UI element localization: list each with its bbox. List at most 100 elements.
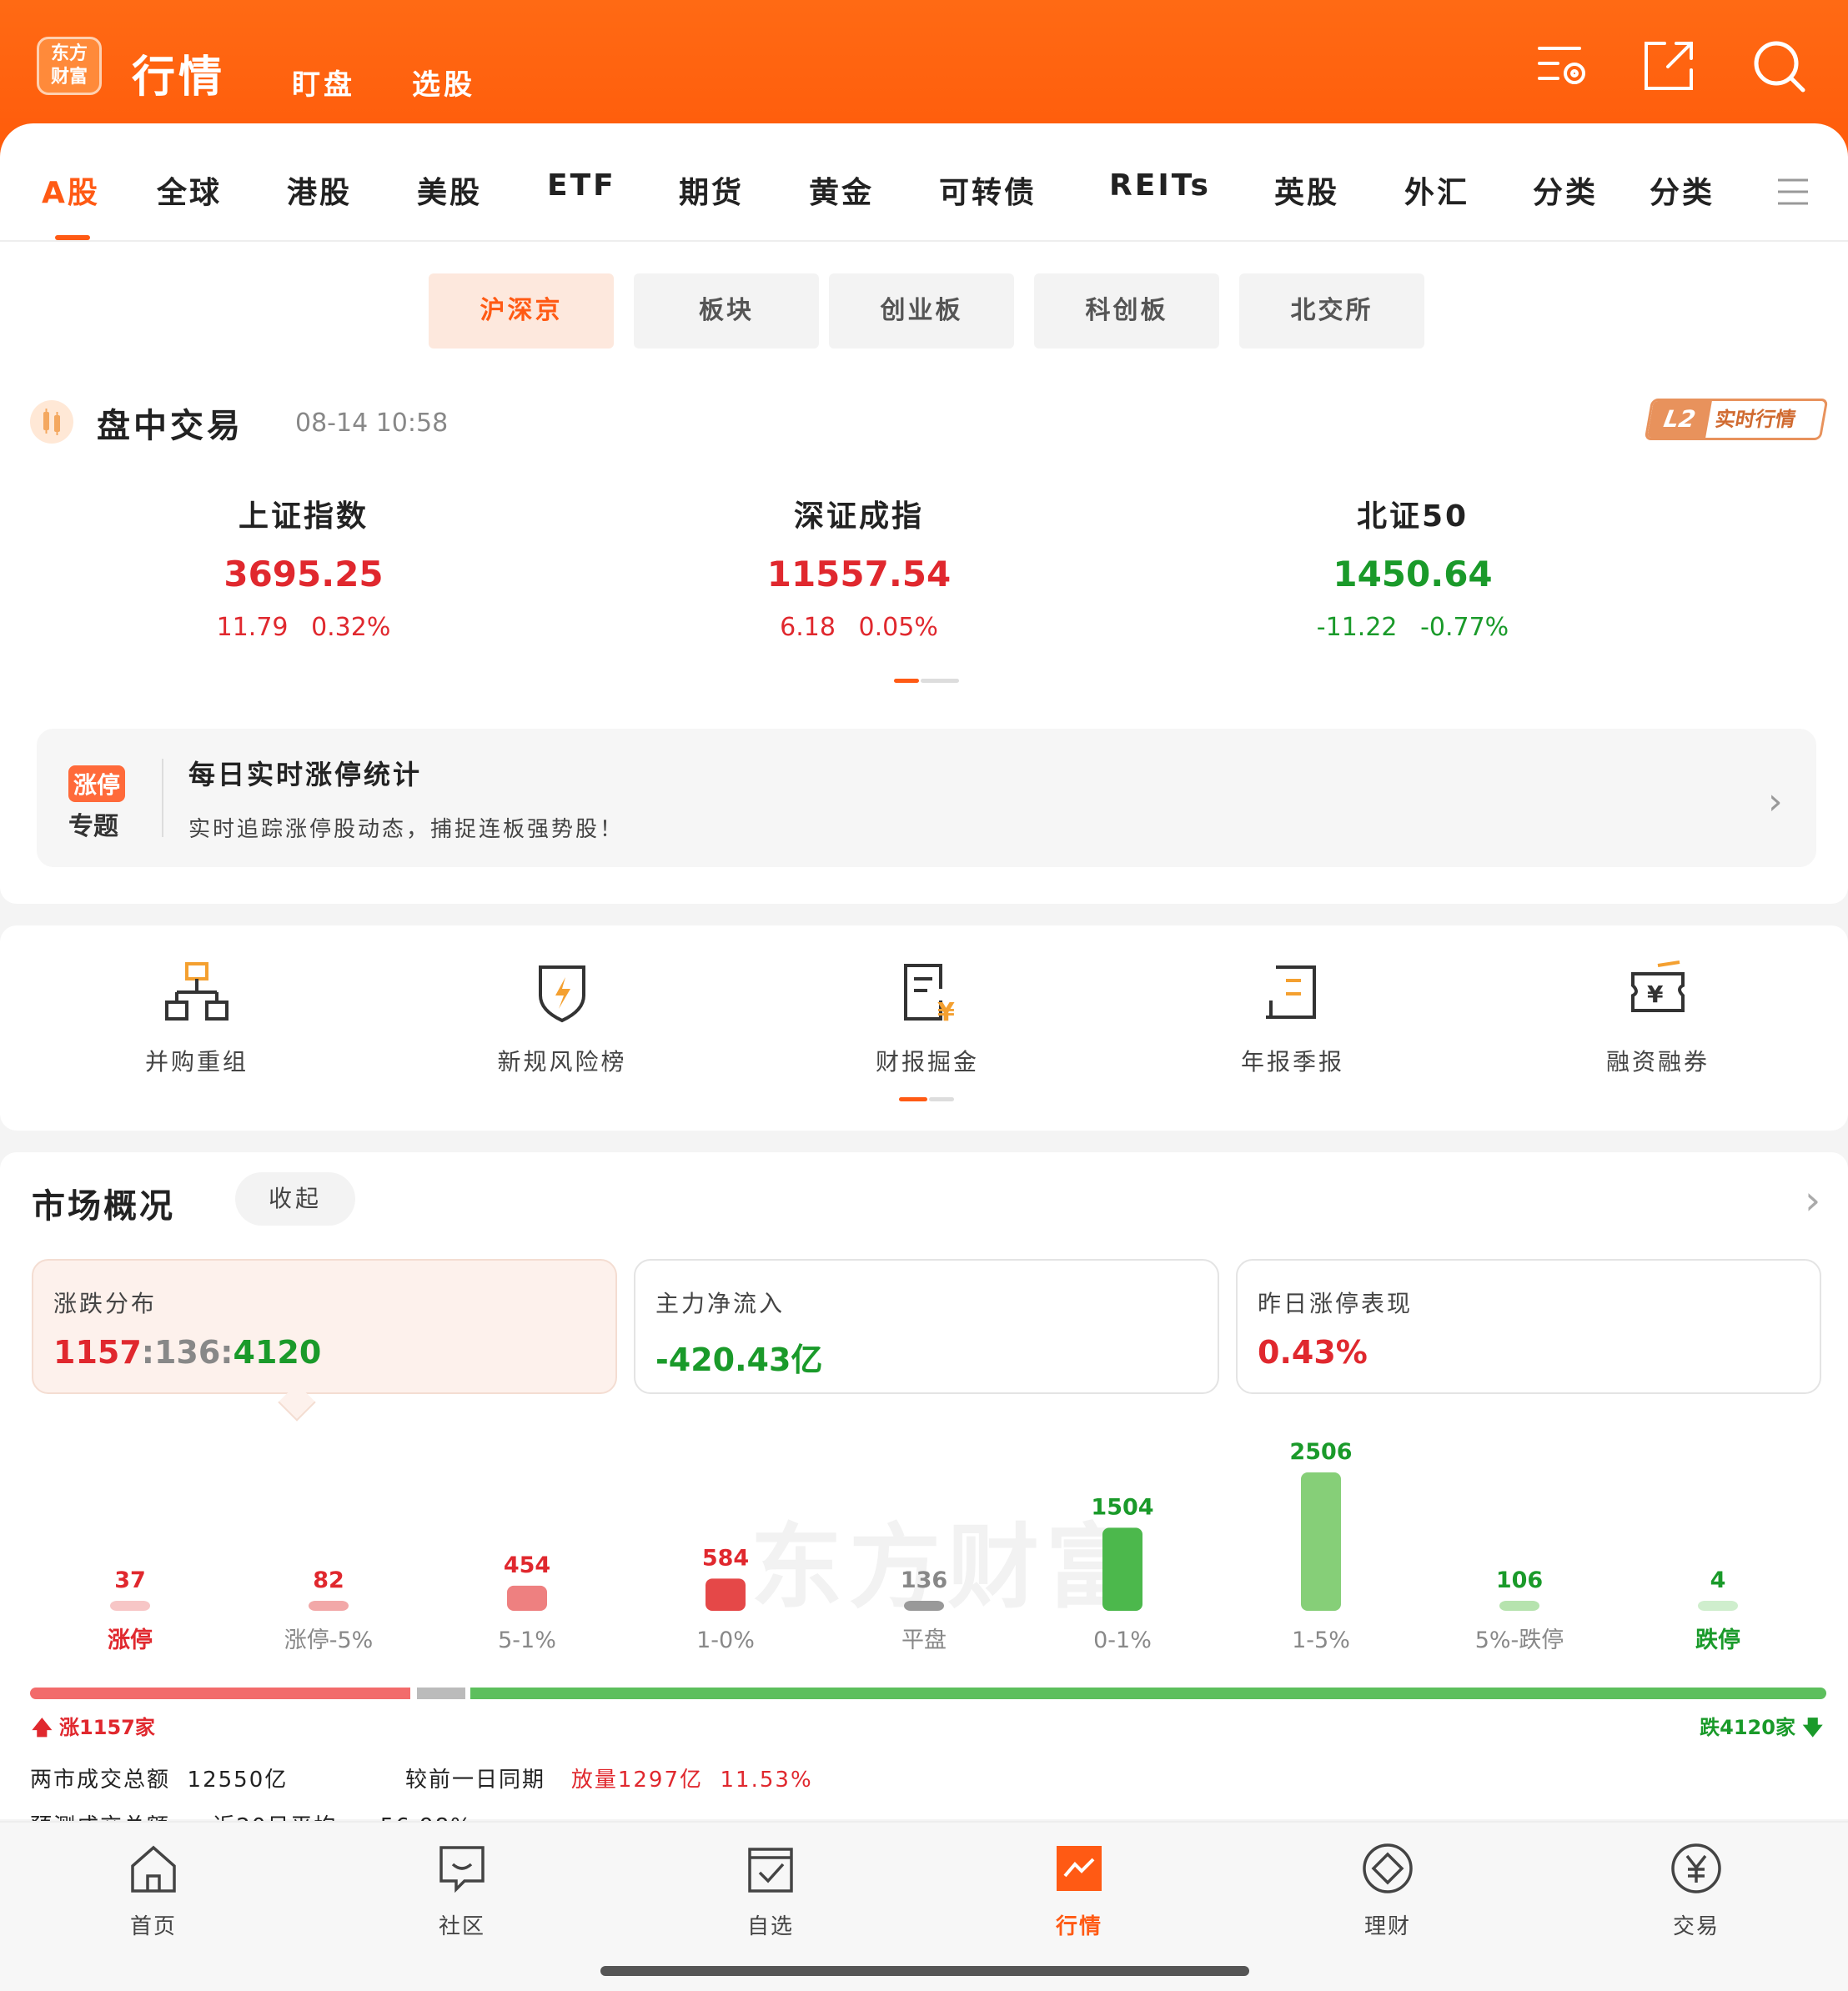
tab-forex[interactable]: 外汇 — [1404, 168, 1469, 212]
turnover-stat: 两市成交总额 12550亿 — [30, 1768, 289, 1793]
index-change: 11.79 0.32% — [216, 613, 391, 642]
nav-label: 行情 — [1055, 1914, 1102, 1939]
collapse-button[interactable]: 收起 — [235, 1172, 355, 1226]
index-card-shenzhen[interactable]: 深证成指 11557.54 6.18 0.05% — [650, 492, 1067, 642]
nav-label: 首页 — [129, 1914, 177, 1939]
fall-count: 跌4120家 🡇 — [1700, 1716, 1823, 1739]
nav-wealth[interactable]: 理财 — [1304, 1839, 1471, 1940]
bar-7 — [1499, 1601, 1539, 1611]
tab-reits[interactable]: REITs — [1109, 168, 1211, 203]
pager-active — [894, 679, 919, 683]
tool-label: 财报掘金 — [875, 1048, 979, 1076]
logo-text-bottom: 财富 — [50, 67, 88, 88]
index-value: 11557.54 — [766, 554, 952, 594]
distribution-chart[interactable]: 37 涨停 82 涨停-5% 454 5-1% 584 1-0% 136 平盘 1504 0-1% 25… — [0, 1417, 1848, 1668]
subtab-sectors[interactable]: 板块 — [634, 273, 819, 349]
tab-hk-stocks[interactable]: 港股 — [287, 168, 352, 212]
index-value: 1450.64 — [1333, 554, 1493, 594]
nav-watchlist[interactable]: 自选 — [687, 1839, 854, 1940]
subtab-star-market[interactable]: 科创板 — [1034, 273, 1219, 349]
shield-bolt-icon — [539, 965, 585, 1023]
nav-label: 自选 — [746, 1914, 794, 1939]
subtab-sh-sz-bj[interactable]: 沪深京 — [429, 273, 614, 349]
tab-us-stocks[interactable]: 美股 — [417, 168, 482, 212]
tab-etf[interactable]: ETF — [547, 168, 616, 203]
card-label: 主力净流入 — [655, 1290, 786, 1317]
card-value: -420.43亿 — [655, 1342, 823, 1378]
nav-community[interactable]: 社区 — [379, 1839, 545, 1940]
tool-label: 新规风险榜 — [497, 1048, 627, 1076]
candlestick-icon — [30, 400, 73, 444]
intraday-title: 盘中交易 — [97, 407, 244, 445]
limit-up-banner[interactable]: 涨停 专题 每日实时涨停统计 实时追踪涨停股动态，捕捉连板强势股！ › — [37, 729, 1816, 867]
index-name: 北证50 — [1356, 499, 1469, 534]
bottom-nav: 首页 社区 自选 行情 理财 交易 — [0, 1821, 1848, 1991]
card-label: 涨跌分布 — [53, 1290, 158, 1317]
index-name: 深证成指 — [793, 499, 924, 534]
tool-margin-trading[interactable]: ¥ 融资融券 — [1533, 959, 1783, 1077]
bar-category-label: 5-1% — [498, 1627, 556, 1653]
svg-text:¥: ¥ — [937, 998, 955, 1026]
tab-stock-picker[interactable]: 选股 — [412, 62, 475, 103]
arrow-up-icon: 🡅 — [32, 1716, 53, 1739]
card-main-net-inflow[interactable]: 主力净流入 -420.43亿 — [634, 1259, 1219, 1394]
card-up-down-distribution[interactable]: 涨跌分布 1157:136:4120 — [32, 1259, 617, 1394]
menu-icon[interactable] — [1776, 175, 1810, 208]
tab-futures[interactable]: 期货 — [679, 168, 744, 212]
diamond-icon — [1363, 1843, 1413, 1893]
card-yesterday-limit-up[interactable]: 昨日涨停表现 0.43% — [1236, 1259, 1821, 1394]
bar-6 — [1301, 1472, 1341, 1611]
market-tab-bar: A股 全球 港股 美股 ETF 期货 黄金 可转债 REITs 英股 外汇 分类… — [0, 158, 1848, 242]
share-icon[interactable] — [1640, 37, 1698, 95]
banner-title: 每日实时涨停统计 — [188, 759, 423, 790]
tab-watch[interactable]: 盯盘 — [292, 62, 355, 103]
tool-mergers[interactable]: 并购重组 — [72, 959, 322, 1077]
bar-category-label: 涨停-5% — [284, 1627, 374, 1653]
yuan-circle-icon — [1671, 1843, 1721, 1893]
home-icon — [131, 1845, 176, 1893]
document-icon — [1266, 965, 1316, 1019]
tool-earnings-mining[interactable]: ¥ 财报掘金 — [802, 959, 1052, 1077]
compare-stat: 较前一日同期 放量1297亿 11.53% — [405, 1768, 813, 1793]
page-title: 行情 — [132, 53, 226, 103]
nav-label: 社区 — [438, 1914, 485, 1939]
app-logo[interactable]: 东方 财富 — [37, 37, 102, 95]
up-flat-down-ratio: 1157:136:4120 — [53, 1334, 322, 1371]
nav-home[interactable]: 首页 — [70, 1839, 237, 1940]
chevron-right-icon: › — [1768, 780, 1783, 823]
tool-risk-list[interactable]: 新规风险榜 — [437, 959, 687, 1077]
tab-category-2[interactable]: 分类 — [1650, 168, 1715, 212]
tab-category[interactable]: 分类 — [1533, 168, 1598, 212]
chevron-right-icon[interactable]: › — [1805, 1177, 1820, 1224]
nav-trade[interactable]: 交易 — [1613, 1839, 1780, 1940]
subtab-chinext[interactable]: 创业板 — [829, 273, 1014, 349]
tab-a-shares[interactable]: A股 — [42, 168, 100, 212]
bar-4 — [904, 1601, 944, 1611]
tools-pager-active — [899, 1097, 927, 1101]
tool-label: 并购重组 — [144, 1048, 249, 1076]
pager-inactive — [921, 679, 959, 683]
tab-global[interactable]: 全球 — [157, 168, 222, 212]
svg-text:¥: ¥ — [1647, 980, 1664, 1008]
search-icon[interactable] — [1750, 37, 1808, 95]
divider — [162, 759, 163, 837]
settings-list-icon[interactable] — [1533, 37, 1591, 95]
tab-uk-stocks[interactable]: 英股 — [1274, 168, 1339, 212]
nav-label: 理财 — [1363, 1914, 1411, 1939]
nav-market[interactable]: 行情 — [996, 1839, 1163, 1940]
subtab-bse[interactable]: 北交所 — [1239, 273, 1424, 349]
index-card-bse50[interactable]: 北证50 1450.64 -11.22 -0.77% — [1204, 492, 1621, 642]
checklist-icon — [748, 1848, 793, 1893]
report-yuan-icon: ¥ — [904, 964, 955, 1027]
bar-value-label: 1504 — [1091, 1494, 1153, 1520]
l2-realtime-badge[interactable]: L2 实时行情 — [1644, 399, 1829, 440]
index-value: 3695.25 — [223, 554, 384, 594]
flat-proportion-bar — [417, 1688, 465, 1699]
tool-annual-reports[interactable]: 年报季报 — [1168, 959, 1418, 1077]
index-card-shanghai[interactable]: 上证指数 3695.25 11.79 0.32% — [95, 492, 512, 642]
tab-convertible-bonds[interactable]: 可转债 — [939, 168, 1037, 212]
bar-value-label: 106 — [1496, 1567, 1543, 1593]
tab-gold[interactable]: 黄金 — [809, 168, 874, 212]
rise-proportion-bar — [30, 1688, 410, 1699]
tool-label: 年报季报 — [1240, 1048, 1344, 1076]
